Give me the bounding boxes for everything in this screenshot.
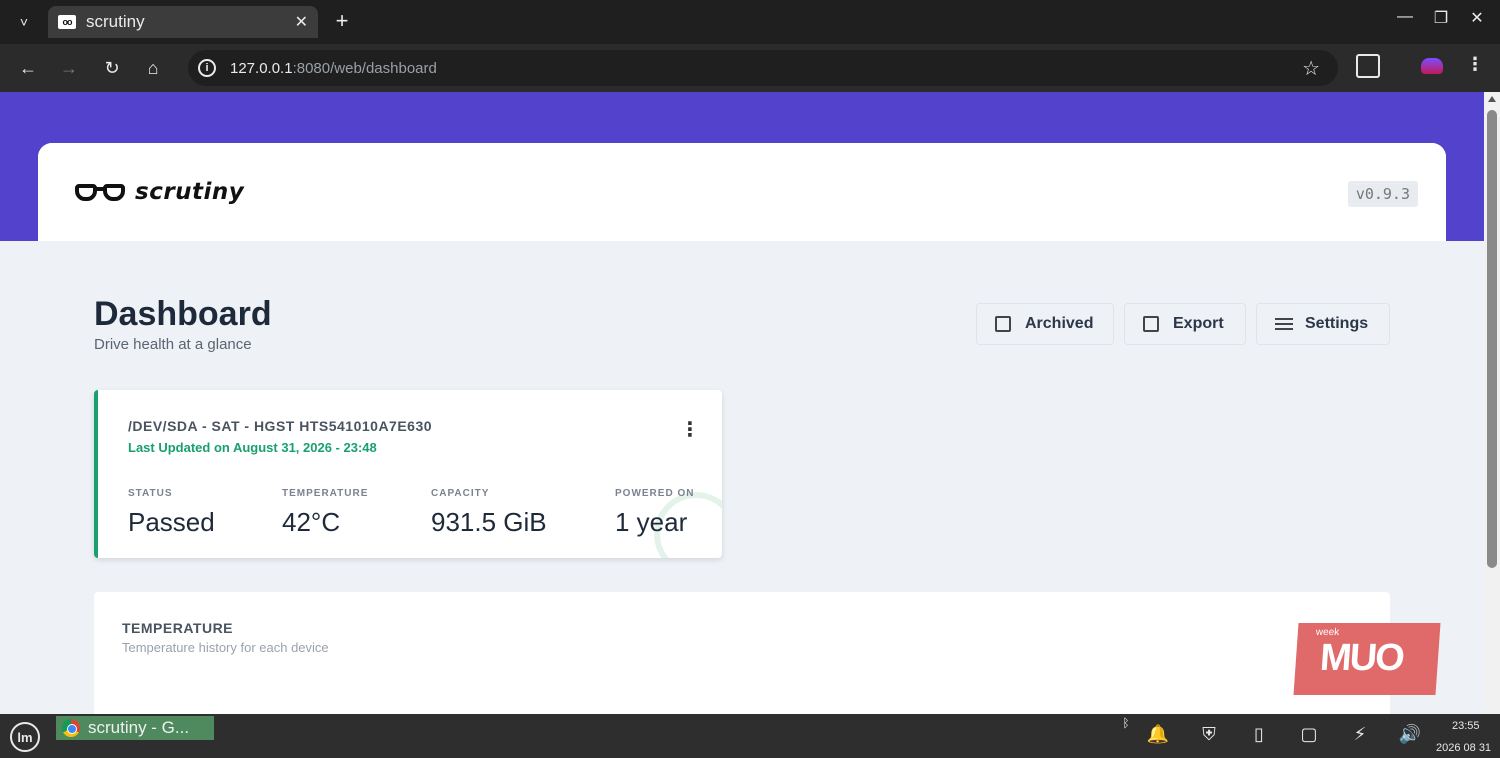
scrollbar-thumb[interactable] — [1487, 110, 1497, 568]
stat-powered-on: POWERED ON 1 year — [615, 488, 694, 538]
app-container: scrutiny v0.9.3 Dashboard Drive health a… — [38, 143, 1446, 714]
tab-close-icon[interactable]: ✕ — [295, 12, 308, 32]
temperature-panel: TEMPERATURE Temperature history for each… — [94, 592, 1390, 714]
stat-value: Passed — [128, 507, 215, 537]
extensions-icon[interactable] — [1356, 54, 1380, 78]
favicon-glyph: oo — [62, 17, 73, 27]
logo-text: scrutiny — [135, 179, 245, 205]
volume-icon[interactable]: 🔊 — [1396, 724, 1424, 745]
url-host: 127.0.0.1 — [230, 59, 293, 77]
site-info-icon[interactable]: i — [198, 59, 216, 77]
reload-icon[interactable]: ↻ — [98, 54, 126, 82]
stat-label: TEMPERATURE — [282, 488, 369, 499]
page-subtitle: Drive health at a glance — [94, 336, 252, 353]
page-scrollbar[interactable] — [1484, 92, 1500, 714]
scrutiny-favicon-icon: oo — [58, 15, 76, 29]
sliders-icon — [1275, 316, 1293, 332]
version-badge: v0.9.3 — [1347, 181, 1418, 207]
stat-status: STATUS Passed — [128, 488, 215, 538]
stat-capacity: CAPACITY 931.5 GiB — [431, 488, 547, 538]
temperature-panel-subtitle: Temperature history for each device — [122, 640, 329, 655]
profile-avatar[interactable] — [1421, 58, 1443, 74]
stat-label: STATUS — [128, 488, 173, 499]
page-viewport: scrutiny v0.9.3 Dashboard Drive health a… — [0, 92, 1484, 714]
shield-icon[interactable]: ⛨ — [1195, 724, 1223, 745]
page-title: Dashboard — [94, 295, 272, 333]
stat-label: CAPACITY — [431, 488, 490, 499]
scrutiny-logo[interactable]: scrutiny — [75, 179, 244, 205]
clock-date[interactable]: 2026 08 31 — [1436, 742, 1491, 754]
stat-value: 1 year — [615, 507, 688, 537]
mint-menu-icon[interactable]: lm — [10, 722, 40, 752]
stat-value: 931.5 GiB — [431, 507, 547, 537]
new-tab-button[interactable]: + — [330, 8, 354, 36]
os-taskbar: lm scrutiny - G... ᛒ 🔔 ⛨ ▯ ▢ ⚡ 🔊 23:55 2… — [0, 714, 1500, 758]
bookmark-star-icon[interactable]: ☆ — [1302, 56, 1320, 81]
taskbar-chrome-window[interactable]: scrutiny - G... — [56, 716, 214, 740]
muo-watermark: week MUO — [1293, 623, 1441, 695]
address-bar[interactable]: i 127.0.0.1:8080/web/dashboard ☆ — [188, 50, 1338, 86]
temperature-panel-title: TEMPERATURE — [122, 620, 234, 636]
archived-button[interactable]: Archived — [976, 303, 1114, 345]
watermark-text: MUO — [1318, 637, 1405, 679]
settings-button[interactable]: Settings — [1256, 303, 1390, 345]
drive-last-updated: Last Updated on August 31, 2026 - 23:48 — [128, 440, 377, 455]
browser-tab[interactable]: oo scrutiny ✕ — [48, 6, 318, 38]
app-header: scrutiny v0.9.3 — [38, 143, 1446, 241]
forward-icon[interactable]: → — [55, 54, 83, 82]
tab-search-icon[interactable]: ˅ — [12, 10, 36, 34]
stat-value: 42°C — [282, 507, 341, 537]
glasses-icon — [75, 180, 129, 204]
clipboard-icon[interactable]: ▯ — [1245, 724, 1273, 745]
window-icon[interactable]: ▢ — [1295, 724, 1323, 745]
notification-bell-icon[interactable]: 🔔 — [1144, 724, 1172, 745]
scroll-up-icon[interactable] — [1488, 96, 1496, 102]
home-icon[interactable]: ⌂ — [139, 54, 167, 82]
archived-label: Archived — [1025, 315, 1094, 332]
url-path: :8080/web/dashboard — [292, 59, 437, 77]
minimize-icon[interactable]: — — [1390, 8, 1420, 34]
clock-time[interactable]: 23:55 — [1452, 720, 1480, 732]
browser-toolbar: ← → ↻ ⌂ i 127.0.0.1:8080/web/dashboard ☆ — [0, 44, 1500, 92]
save-icon — [1143, 316, 1159, 332]
power-icon[interactable]: ⚡ — [1346, 724, 1374, 745]
archive-icon — [995, 316, 1011, 332]
export-button[interactable]: Export — [1124, 303, 1246, 345]
maximize-icon[interactable]: ❐ — [1426, 8, 1456, 34]
back-icon[interactable]: ← — [14, 54, 42, 82]
window-close-icon[interactable]: ✕ — [1462, 8, 1492, 34]
drive-card[interactable]: /DEV/SDA - SAT - HGST HTS541010A7E630 La… — [94, 390, 722, 558]
browser-tab-bar: ˅ oo scrutiny ✕ + — ❐ ✕ — [0, 0, 1500, 44]
drive-menu-icon[interactable]: ⋮ — [680, 420, 700, 448]
bluetooth-icon[interactable]: ᛒ — [1112, 716, 1140, 730]
taskbar-window-label: scrutiny - G... — [88, 718, 190, 737]
stat-temperature: TEMPERATURE 42°C — [282, 488, 368, 538]
stat-label: POWERED ON — [615, 488, 695, 499]
tab-title: scrutiny — [86, 12, 145, 31]
browser-menu-icon[interactable]: ⋮ — [1466, 54, 1484, 75]
settings-label: Settings — [1305, 315, 1369, 332]
drive-title[interactable]: /DEV/SDA - SAT - HGST HTS541010A7E630 — [128, 418, 432, 434]
chrome-icon — [62, 719, 80, 737]
export-label: Export — [1173, 315, 1224, 332]
